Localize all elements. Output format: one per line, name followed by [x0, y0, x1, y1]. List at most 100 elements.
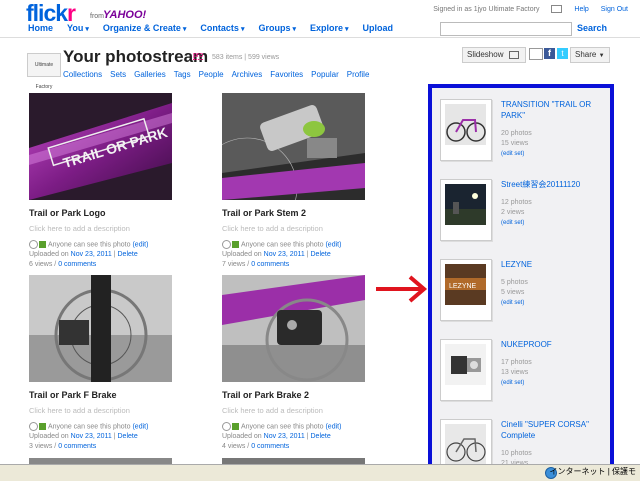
set-title[interactable]: LEZYNE: [501, 259, 601, 270]
nav-item-explore[interactable]: Explore ▾: [310, 23, 349, 33]
privacy-icon: [232, 241, 239, 248]
share-button[interactable]: Share ▼: [570, 47, 610, 63]
delete-link[interactable]: Delete: [311, 433, 331, 440]
chevron-down-icon[interactable]: ▾: [241, 26, 245, 33]
set-view-count: 13 views: [501, 369, 529, 376]
set-item[interactable]: Street練習会20111120 12 photos 2 views (edi…: [440, 179, 610, 249]
photo-meta: Anyone can see this photo (edit) Uploade…: [29, 240, 149, 269]
buddy-icon[interactable]: Ultimate Factory: [27, 53, 61, 90]
twitter-share-icon[interactable]: t: [557, 48, 568, 59]
privacy-icon: [232, 423, 239, 430]
upload-date-link[interactable]: Nov 23, 2011: [71, 251, 112, 258]
subnav-sets[interactable]: Sets: [110, 70, 126, 79]
chevron-down-icon[interactable]: ▾: [85, 26, 89, 33]
photo-card: Trail or Park Stem 2 Click here to add a…: [222, 93, 372, 270]
subnav-profile[interactable]: Profile: [347, 70, 370, 79]
view-count: 4 views /: [222, 443, 250, 451]
set-title[interactable]: TRANSITION "TRAIL OR PARK": [501, 99, 601, 121]
item-view-counts: 583 items | 599 views: [212, 54, 280, 61]
photo-thumbnail[interactable]: [29, 275, 172, 382]
set-thumbnail[interactable]: [440, 339, 492, 401]
subnav-collections[interactable]: Collections: [63, 70, 102, 79]
edit-set-link[interactable]: (edit set): [501, 380, 524, 386]
photo-meta: Anyone can see this photo (edit) Uploade…: [222, 240, 342, 269]
edit-set-link[interactable]: (edit set): [501, 300, 524, 306]
set-item[interactable]: NUKEPROOF 17 photos 13 views (edit set): [440, 339, 610, 409]
facebook-share-icon[interactable]: f: [544, 48, 555, 59]
photo-title[interactable]: Trail or Park Brake 2: [222, 390, 372, 400]
photo-card: TRAIL OR PARK Trail or Park Logo Click h…: [29, 93, 179, 270]
nav-item-groups[interactable]: Groups ▾: [258, 23, 296, 33]
help-link[interactable]: Help: [574, 6, 588, 13]
email-share-icon[interactable]: [529, 48, 543, 60]
slideshow-button[interactable]: Slideshow: [462, 47, 526, 63]
delete-link[interactable]: Delete: [118, 433, 138, 440]
edit-permission-link[interactable]: (edit): [132, 241, 148, 248]
set-photo-count: 17 photos: [501, 359, 532, 366]
nav-item-label: Explore: [309, 23, 343, 33]
chevron-down-icon[interactable]: ▾: [292, 26, 296, 33]
photo-description[interactable]: Click here to add a description: [29, 406, 179, 415]
subnav-tags[interactable]: Tags: [174, 70, 191, 79]
privacy-icon: [39, 423, 46, 430]
nav-item-contacts[interactable]: Contacts ▾: [200, 23, 244, 33]
set-thumbnail[interactable]: [440, 99, 492, 161]
slideshow-label: Slideshow: [467, 50, 504, 59]
nav-item-home[interactable]: Home: [28, 23, 53, 33]
subnav-galleries[interactable]: Galleries: [134, 70, 166, 79]
set-thumbnail[interactable]: [440, 179, 492, 241]
set-item[interactable]: TRANSITION "TRAIL OR PARK" 20 photos 15 …: [440, 99, 610, 169]
flickr-logo[interactable]: flickr: [26, 2, 76, 25]
delete-link[interactable]: Delete: [118, 251, 138, 258]
from-label: from: [90, 13, 104, 20]
nav-item-organize-create[interactable]: Organize & Create ▾: [103, 23, 187, 33]
upload-date-link[interactable]: Nov 23, 2011: [71, 433, 112, 440]
subnav-favorites[interactable]: Favorites: [270, 70, 303, 79]
photo-title[interactable]: Trail or Park F Brake: [29, 390, 179, 400]
delete-link[interactable]: Delete: [311, 251, 331, 258]
photo-description[interactable]: Click here to add a description: [29, 224, 179, 233]
pro-badge[interactable]: pro: [193, 52, 204, 60]
set-thumbnail[interactable]: LEZYNE: [440, 259, 492, 321]
cc-icon: [29, 422, 38, 431]
edit-permission-link[interactable]: (edit): [325, 423, 341, 430]
nav-item-upload[interactable]: Upload: [363, 23, 394, 33]
comments-link[interactable]: 0 comments: [58, 261, 96, 268]
subnav-popular[interactable]: Popular: [311, 70, 339, 79]
photo-thumbnail[interactable]: [222, 93, 365, 200]
chevron-down-icon[interactable]: ▾: [183, 26, 187, 33]
comments-link[interactable]: 0 comments: [251, 261, 289, 268]
set-title[interactable]: NUKEPROOF: [501, 339, 601, 350]
privacy-icon: [39, 241, 46, 248]
upload-date-link[interactable]: Nov 23, 2011: [264, 433, 305, 440]
photo-description[interactable]: Click here to add a description: [222, 224, 372, 233]
set-view-count: 2 views: [501, 209, 525, 216]
edit-permission-link[interactable]: (edit): [325, 241, 341, 248]
photo-title[interactable]: Trail or Park Logo: [29, 208, 179, 218]
comments-link[interactable]: 0 comments: [58, 443, 96, 450]
set-title[interactable]: Street練習会20111120: [501, 179, 601, 190]
upload-date-link[interactable]: Nov 23, 2011: [264, 251, 305, 258]
search-button[interactable]: Search: [577, 23, 607, 33]
photo-description[interactable]: Click here to add a description: [222, 406, 372, 415]
photo-thumbnail[interactable]: [222, 275, 365, 382]
nav-item-you[interactable]: You ▾: [67, 23, 89, 33]
comments-link[interactable]: 0 comments: [251, 443, 289, 450]
edit-set-link[interactable]: (edit set): [501, 151, 524, 157]
edit-set-link[interactable]: (edit set): [501, 220, 524, 226]
photo-meta: Anyone can see this photo (edit) Uploade…: [222, 422, 342, 451]
nav-item-label: You: [67, 23, 84, 33]
subnav-people[interactable]: People: [199, 70, 224, 79]
chevron-down-icon[interactable]: ▾: [345, 26, 349, 33]
mail-icon[interactable]: [551, 5, 563, 13]
search-input[interactable]: [440, 22, 572, 36]
cc-icon: [222, 422, 231, 431]
photo-title[interactable]: Trail or Park Stem 2: [222, 208, 372, 218]
subnav-archives[interactable]: Archives: [232, 70, 263, 79]
sign-out-link[interactable]: Sign Out: [601, 6, 628, 13]
nav-item-label: Organize & Create: [102, 23, 181, 33]
set-title[interactable]: Cinelli "SUPER CORSA" Complete: [501, 419, 601, 441]
edit-permission-link[interactable]: (edit): [132, 423, 148, 430]
set-item[interactable]: LEZYNE LEZYNE 5 photos 5 views (edit set…: [440, 259, 610, 329]
photo-thumbnail[interactable]: TRAIL OR PARK: [29, 93, 172, 200]
